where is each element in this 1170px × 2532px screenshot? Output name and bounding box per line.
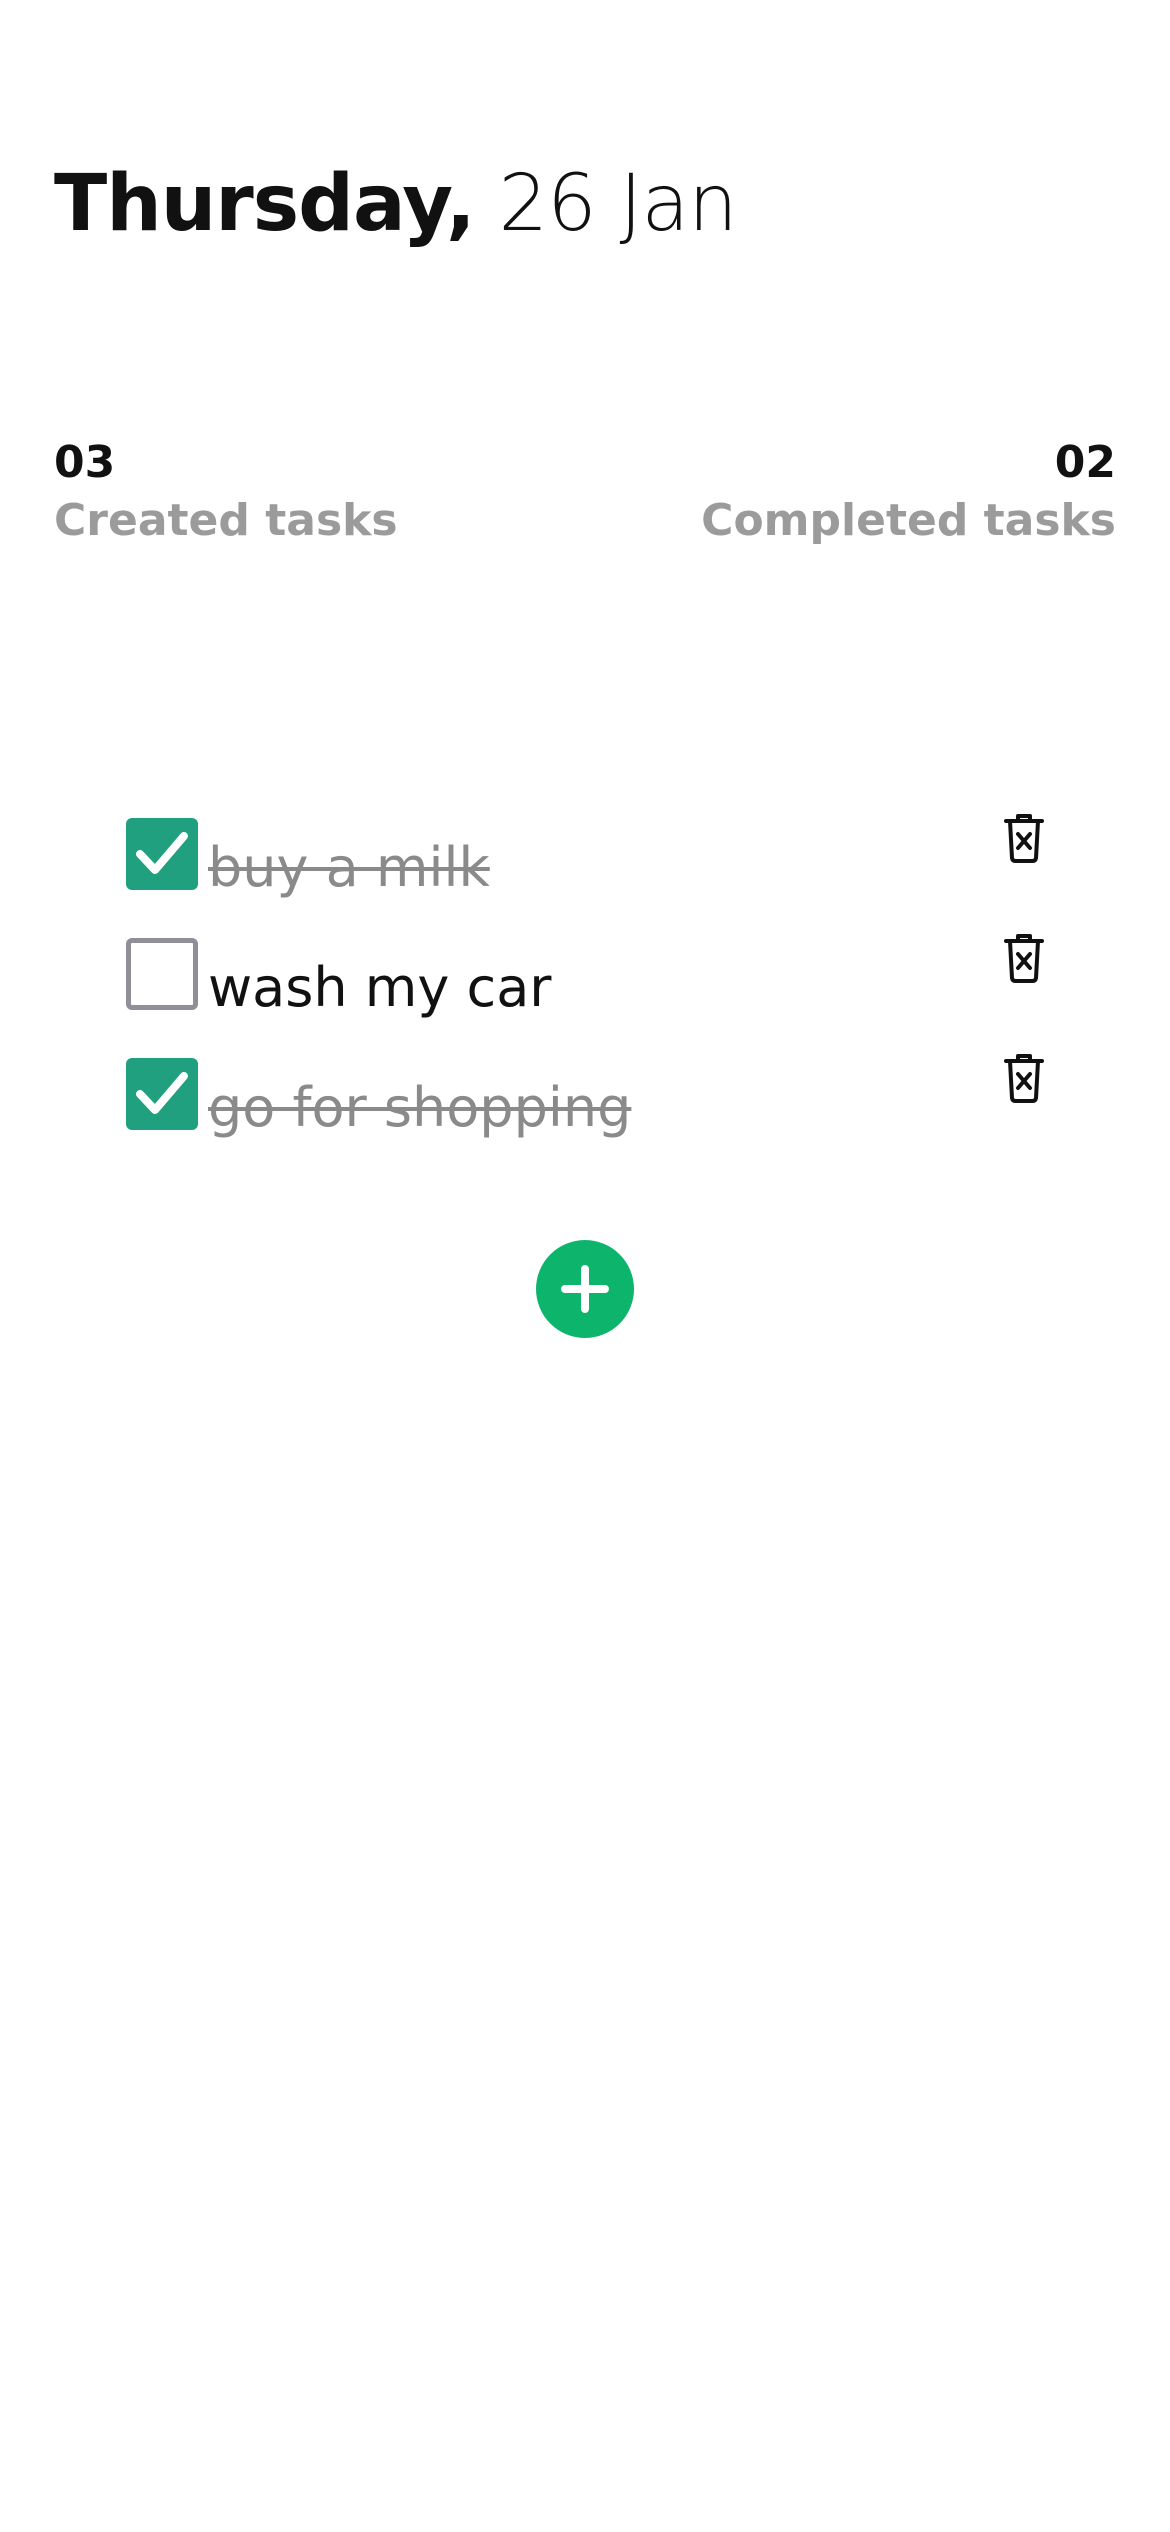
created-tasks-stat: 03 Created tasks [54,437,398,548]
completed-tasks-stat: 02 Completed tasks [701,437,1116,548]
created-tasks-label: Created tasks [54,494,398,546]
add-task-button[interactable] [536,1240,634,1338]
trash-icon[interactable] [1002,932,1046,984]
page-title: Thursday, 26 Jan [54,165,738,243]
task-checkbox[interactable] [126,818,198,890]
created-tasks-count: 03 [54,437,116,488]
check-icon [136,832,188,874]
task-item: wash my car [126,934,1066,1058]
plus-icon [561,1265,609,1313]
task-label: wash my car [208,956,552,1019]
task-label: go for shopping [208,1076,632,1139]
day-name: Thursday, [54,159,476,249]
task-list: buy a milk wash my car go for shopping [126,814,1066,1178]
task-label: buy a milk [208,836,490,899]
task-checkbox[interactable] [126,1058,198,1130]
task-item: buy a milk [126,814,1066,938]
task-stats: 03 Created tasks 02 Completed tasks [54,437,1116,548]
check-icon [136,1072,188,1114]
task-item: go for shopping [126,1054,1066,1178]
trash-icon[interactable] [1002,1052,1046,1104]
completed-tasks-count: 02 [1054,437,1116,488]
task-checkbox[interactable] [126,938,198,1010]
completed-tasks-label: Completed tasks [701,494,1116,546]
trash-icon[interactable] [1002,812,1046,864]
date-text: 26 Jan [498,159,737,249]
